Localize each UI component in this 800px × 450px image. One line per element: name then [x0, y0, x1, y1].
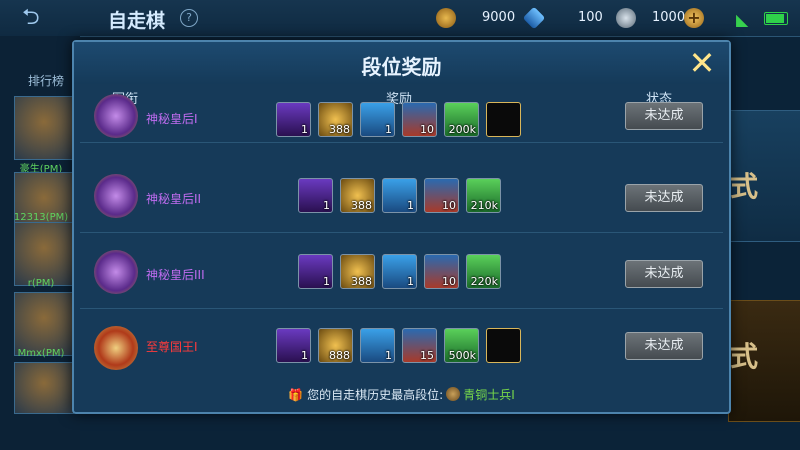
silver-coupon-icon — [616, 8, 636, 28]
dark-frame-icon[interactable] — [486, 328, 521, 363]
green-ticket-icon[interactable]: 500k — [444, 328, 479, 363]
purple-card-icon[interactable]: 1 — [276, 102, 311, 137]
wifi-icon: ◣ — [736, 10, 749, 29]
rank-name: 至尊国王I — [146, 340, 198, 354]
box-item-icon[interactable]: 10 — [402, 102, 437, 137]
help-icon[interactable]: ? — [180, 9, 198, 27]
treasure-chest-icon[interactable]: 1 — [382, 178, 417, 213]
rank-badge-icon — [446, 387, 461, 401]
rank-name: 神秘皇后II — [146, 192, 202, 206]
player-avatar[interactable] — [14, 362, 74, 414]
player-name: Mmx(PM) — [17, 348, 65, 359]
reward-row: 至尊国王I 1 888 1 15 500k 未达成 — [80, 312, 723, 384]
rank-name: 神秘皇后III — [146, 268, 205, 282]
status-button[interactable]: 未达成 — [625, 184, 703, 212]
reward-items: 1 388 1 10 200k — [276, 102, 521, 137]
highest-rank: 青铜士兵I — [463, 388, 515, 402]
player-avatar[interactable] — [14, 222, 74, 286]
player-avatar[interactable] — [14, 96, 74, 160]
gold-coin-icon — [436, 8, 456, 28]
treasure-chest-icon[interactable]: 1 — [360, 328, 395, 363]
diamond-icon — [522, 6, 546, 30]
green-ticket-icon[interactable]: 200k — [444, 102, 479, 137]
plus-icon[interactable]: + — [684, 8, 704, 28]
highest-rank-footer: 🎁 您的自走棋历史最高段位: 青铜士兵I — [74, 386, 729, 403]
player-name: r(PM) — [27, 278, 55, 289]
rank-badge-icon — [94, 250, 138, 294]
close-icon[interactable]: ✕ — [684, 46, 720, 82]
green-ticket-icon[interactable]: 210k — [466, 178, 501, 213]
rank-badge-icon — [94, 94, 138, 138]
gold-count: 9000 — [482, 10, 516, 25]
rank-badge-icon — [94, 326, 138, 370]
gold-coins-icon[interactable]: 888 — [318, 328, 353, 363]
box-item-icon[interactable]: 10 — [424, 254, 459, 289]
purple-card-icon[interactable]: 1 — [298, 254, 333, 289]
page-title: 自走棋 — [108, 10, 166, 32]
box-item-icon[interactable]: 15 — [402, 328, 437, 363]
dark-frame-icon[interactable] — [486, 102, 521, 137]
box-item-icon[interactable]: 10 — [424, 178, 459, 213]
top-bar: ⮌ 自走棋 ? 9000 100 1000 + ◣ — [0, 0, 800, 37]
reward-items: 1 888 1 15 500k — [276, 328, 521, 363]
gold-coins-icon[interactable]: 388 — [318, 102, 353, 137]
rank-name: 神秘皇后I — [146, 112, 198, 126]
status-button[interactable]: 未达成 — [625, 102, 703, 130]
rank-badge-icon — [94, 174, 138, 218]
player-avatar[interactable] — [14, 292, 74, 356]
status-button[interactable]: 未达成 — [625, 260, 703, 288]
reward-items: 1 388 1 10 210k — [298, 178, 501, 213]
mode-card-text: 式 — [730, 340, 759, 373]
diamond-count: 100 — [578, 10, 603, 25]
dialog-title: 段位奖励 — [361, 55, 442, 79]
leaderboard-label: 排行榜 — [28, 74, 65, 88]
treasure-chest-icon[interactable]: 1 — [382, 254, 417, 289]
rank-reward-dialog: 段位奖励 ✕ 军衔 奖励 状态 神秘皇后I 1 388 1 10 200k 未达… — [72, 40, 731, 414]
treasure-chest-icon[interactable]: 1 — [360, 102, 395, 137]
coupon-count: 1000 — [652, 10, 686, 25]
gift-icon: 🎁 — [288, 388, 304, 402]
battery-icon — [764, 12, 788, 25]
purple-card-icon[interactable]: 1 — [298, 178, 333, 213]
purple-card-icon[interactable]: 1 — [276, 328, 311, 363]
reward-items: 1 388 1 10 220k — [298, 254, 501, 289]
green-ticket-icon[interactable]: 220k — [466, 254, 501, 289]
reward-row: 神秘皇后II 1 388 1 10 210k 未达成 — [80, 160, 723, 233]
back-arrow-icon[interactable]: ⮌ — [22, 6, 66, 30]
footer-text: 您的自走棋历史最高段位: — [307, 388, 444, 402]
reward-row: 神秘皇后I 1 388 1 10 200k 未达成 — [80, 92, 723, 143]
reward-row: 神秘皇后III 1 388 1 10 220k 未达成 — [80, 236, 723, 309]
gold-coins-icon[interactable]: 388 — [340, 254, 375, 289]
mode-card-text: 式 — [730, 170, 759, 203]
gold-coins-icon[interactable]: 388 — [340, 178, 375, 213]
status-button[interactable]: 未达成 — [625, 332, 703, 360]
